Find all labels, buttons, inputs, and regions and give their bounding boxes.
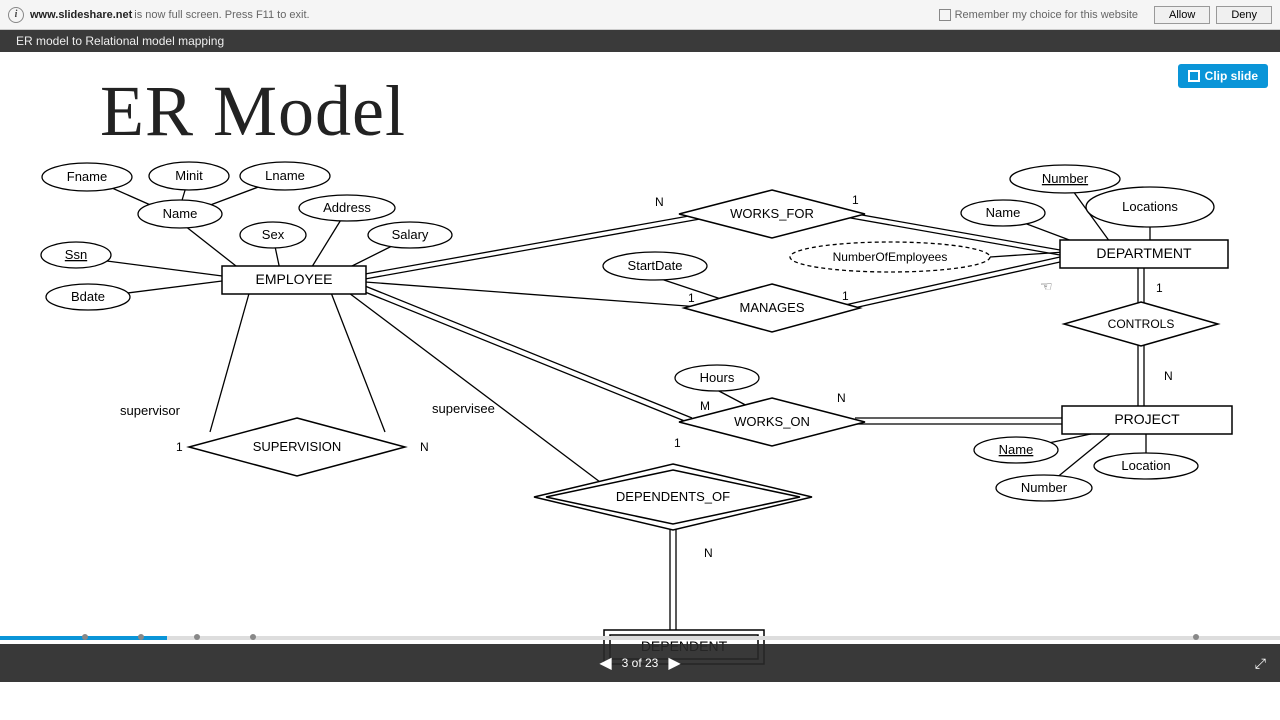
remember-choice-checkbox[interactable]: Remember my choice for this website [939,9,1138,21]
svg-text:1: 1 [688,291,695,305]
checkbox-icon [939,9,951,21]
svg-text:Sex: Sex [262,227,285,242]
svg-text:Lname: Lname [265,168,305,183]
svg-text:1: 1 [176,440,183,454]
slide-nav-footer: ◀ 3 of 23 ▶ ⤢ [0,644,1280,682]
progress-marker [1193,634,1199,640]
fullscreen-notification-bar: i www.slideshare.net is now full screen.… [0,0,1280,30]
slide-counter: 3 of 23 [622,656,659,670]
svg-text:M: M [700,399,710,413]
progress-marker [250,634,256,640]
exit-fullscreen-button[interactable]: ⤢ [1255,655,1266,672]
svg-text:1: 1 [674,436,681,450]
allow-button[interactable]: Allow [1154,6,1210,24]
svg-text:Name: Name [999,442,1034,457]
svg-text:Number: Number [1021,480,1068,495]
svg-text:1: 1 [1156,281,1163,295]
svg-text:1: 1 [852,193,859,207]
svg-text:NumberOfEmployees: NumberOfEmployees [833,250,948,264]
svg-text:PROJECT: PROJECT [1114,411,1180,427]
presentation-title: ER model to Relational model mapping [16,34,224,48]
svg-text:N: N [1164,369,1173,383]
fullscreen-message: is now full screen. Press F11 to exit. [134,9,309,21]
svg-text:Ssn: Ssn [65,247,87,262]
svg-text:StartDate: StartDate [628,258,683,273]
progress-marker [82,634,88,640]
svg-text:Locations: Locations [1122,199,1178,214]
remember-label: Remember my choice for this website [955,9,1138,21]
svg-text:EMPLOYEE: EMPLOYEE [255,271,332,287]
svg-text:N: N [655,195,664,209]
svg-text:Salary: Salary [392,227,429,242]
svg-text:DEPARTMENT: DEPARTMENT [1096,245,1192,261]
next-slide-button[interactable]: ▶ [668,653,680,673]
slide-progress-bar[interactable] [0,636,1280,640]
svg-text:1: 1 [842,289,849,303]
cursor-hand-icon: ☜ [1040,278,1053,295]
svg-text:Name: Name [163,206,198,221]
svg-text:DEPENDENTS_OF: DEPENDENTS_OF [616,489,730,504]
svg-text:Location: Location [1121,458,1170,473]
svg-text:N: N [837,391,846,405]
svg-text:Bdate: Bdate [71,289,105,304]
site-domain: www.slideshare.net [30,9,132,21]
svg-text:Name: Name [986,205,1021,220]
prev-slide-button[interactable]: ◀ [599,653,611,673]
svg-text:N: N [704,546,713,560]
progress-marker [138,634,144,640]
svg-text:WORKS_ON: WORKS_ON [734,414,810,429]
progress-marker [194,634,200,640]
svg-text:MANAGES: MANAGES [739,300,804,315]
svg-text:Minit: Minit [175,168,203,183]
svg-text:Address: Address [323,200,371,215]
svg-text:N: N [420,440,429,454]
slide-viewport[interactable]: Clip slide ER Model [0,52,1280,682]
svg-text:Fname: Fname [67,169,107,184]
svg-text:Hours: Hours [700,370,735,385]
presentation-title-bar: ER model to Relational model mapping [0,30,1280,52]
svg-text:WORKS_FOR: WORKS_FOR [730,206,814,221]
svg-text:CONTROLS: CONTROLS [1108,317,1175,331]
deny-button[interactable]: Deny [1216,6,1272,24]
svg-text:supervisor: supervisor [120,403,181,418]
svg-text:Number: Number [1042,171,1089,186]
info-icon: i [8,7,24,23]
svg-text:supervisee: supervisee [432,401,495,416]
svg-text:SUPERVISION: SUPERVISION [253,439,342,454]
er-diagram: Fname Minit Lname Name Ssn Bdate Sex Add… [0,52,1280,682]
